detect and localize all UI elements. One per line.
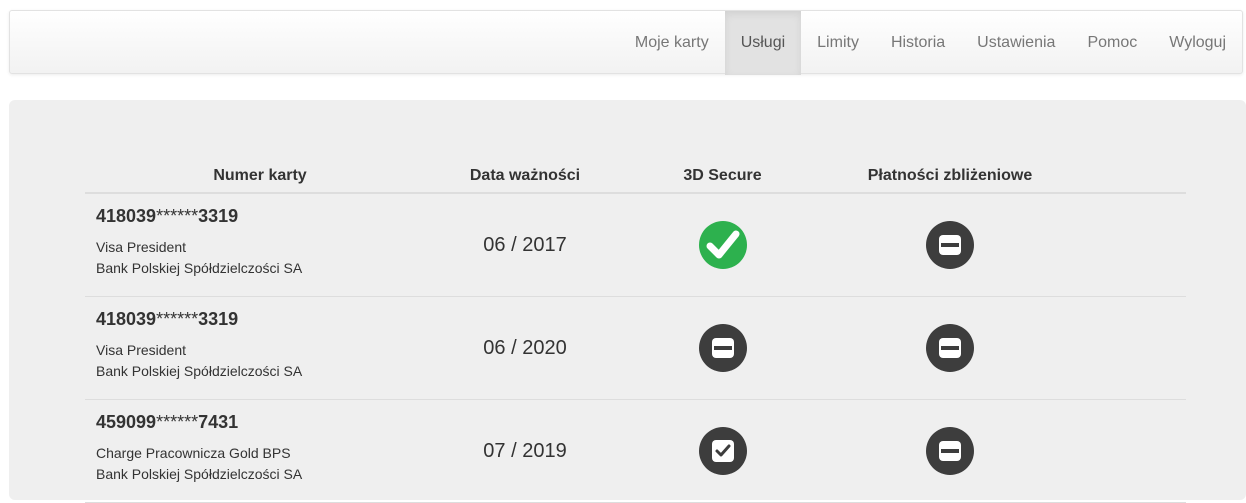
nav-item-wyloguj[interactable]: Wyloguj	[1153, 11, 1242, 75]
minus-circle-icon[interactable]	[925, 220, 975, 270]
card-info: 418039******3319 Visa President Bank Pol…	[85, 194, 435, 279]
nav-item-ustawienia[interactable]: Ustawienia	[961, 11, 1071, 75]
card-number-prefix: 418039	[96, 309, 157, 329]
main-nav: Moje karty Usługi Limity Historia Ustawi…	[619, 11, 1242, 75]
card-expiry: 07 / 2019	[483, 439, 567, 462]
header-expiry: Data ważności	[469, 167, 581, 184]
table-row: 418039******3319 Visa President Bank Pol…	[85, 194, 1186, 297]
card-number: 459099******7431	[96, 412, 435, 433]
nav-item-historia[interactable]: Historia	[875, 11, 961, 75]
card-number-mask: ******	[156, 206, 199, 226]
nav-item-uslugi[interactable]: Usługi	[724, 11, 802, 75]
card-number-prefix: 459099	[96, 412, 157, 432]
card-bank: Bank Polskiej Spółdzielczości SA	[96, 260, 303, 276]
card-number-mask: ******	[156, 412, 199, 432]
nav-item-moje-karty[interactable]: Moje karty	[619, 11, 725, 75]
card-number: 418039******3319	[96, 309, 435, 330]
card-number: 418039******3319	[96, 206, 435, 227]
secure3d-cell	[615, 220, 830, 270]
contactless-cell	[830, 426, 1070, 476]
green-check-icon[interactable]	[698, 220, 748, 270]
card-bank: Bank Polskiej Spółdzielczości SA	[96, 363, 303, 379]
card-number-prefix: 418039	[96, 206, 157, 226]
cards-services-table: Numer karty Data ważności 3D Secure Płat…	[85, 160, 1186, 503]
contactless-cell	[830, 323, 1070, 373]
card-bank: Bank Polskiej Spółdzielczości SA	[96, 466, 303, 482]
card-info: 418039******3319 Visa President Bank Pol…	[85, 297, 435, 382]
contactless-cell	[830, 220, 1070, 270]
table-header: Numer karty Data ważności 3D Secure Płat…	[85, 160, 1186, 194]
card-number-mask: ******	[156, 309, 199, 329]
minus-circle-icon[interactable]	[925, 426, 975, 476]
card-expiry: 06 / 2020	[483, 336, 567, 359]
header-card-number: Numer karty	[213, 167, 307, 184]
nav-item-limity[interactable]: Limity	[801, 11, 875, 75]
card-number-suffix: 7431	[198, 412, 239, 432]
minus-circle-icon[interactable]	[698, 323, 748, 373]
card-number-suffix: 3319	[198, 309, 239, 329]
minus-circle-icon[interactable]	[925, 323, 975, 373]
card-type: Visa President	[96, 342, 187, 358]
header-contactless: Płatności zbliżeniowe	[867, 167, 1033, 184]
top-navbar: Moje karty Usługi Limity Historia Ustawi…	[9, 10, 1243, 75]
card-type: Visa President	[96, 239, 187, 255]
checkbox-checked-icon[interactable]	[698, 426, 748, 476]
table-row: 418039******3319 Visa President Bank Pol…	[85, 297, 1186, 400]
secure3d-cell	[615, 426, 830, 476]
card-expiry: 06 / 2017	[483, 233, 567, 256]
nav-item-pomoc[interactable]: Pomoc	[1071, 11, 1153, 75]
secure3d-cell	[615, 323, 830, 373]
card-type: Charge Pracownicza Gold BPS	[96, 445, 291, 461]
header-3d-secure: 3D Secure	[683, 167, 762, 184]
card-number-suffix: 3319	[198, 206, 239, 226]
card-info: 459099******7431 Charge Pracownicza Gold…	[85, 400, 435, 485]
